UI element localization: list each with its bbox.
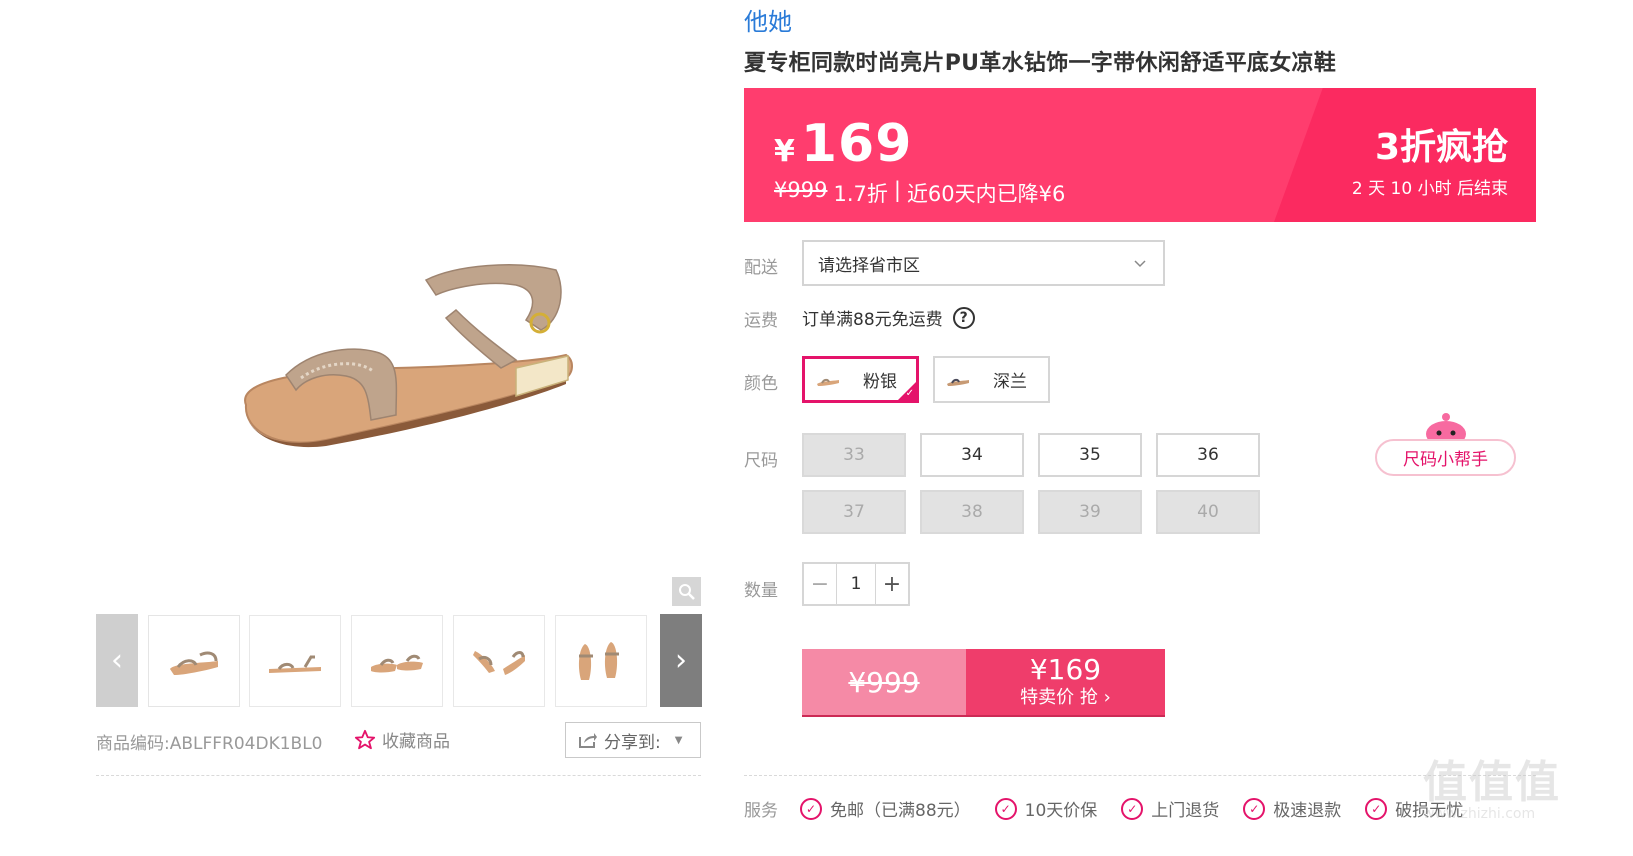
services-label: 服务 <box>744 801 778 821</box>
service-label: 10天价保 <box>1024 801 1098 821</box>
zoom-button[interactable] <box>672 577 701 606</box>
sandal-illustration <box>244 264 573 448</box>
chevron-down-icon <box>1134 260 1146 268</box>
product-meta-row: 商品编码:ABLFFR04DK1BL0 收藏商品 分享到: ▼ <box>96 722 701 758</box>
color-swatch-image <box>817 378 839 386</box>
divider <box>744 775 1536 776</box>
buy-original-price: ¥999 <box>802 649 966 715</box>
size-option-36[interactable]: 36 <box>1156 433 1260 477</box>
favorite-button[interactable]: 收藏商品 <box>354 727 450 752</box>
color-label: 颜色 <box>744 374 778 394</box>
buy-sale-section: ¥169 特卖价 抢 › <box>966 649 1165 715</box>
price-banner: ¥ 169 ¥999 1.7折 | 近60天内已降¥6 3折疯抢 2 天 10 … <box>744 88 1536 222</box>
quantity-decrement-button[interactable]: − <box>804 564 836 604</box>
share-dropdown[interactable]: 分享到: ▼ <box>565 722 701 758</box>
countdown-timer: 2 天 10 小时 后结束 <box>1351 179 1508 199</box>
check-circle-icon: ✓ <box>1243 797 1266 820</box>
thumbnail-4[interactable] <box>453 615 545 707</box>
thumbnail-3[interactable] <box>351 615 443 707</box>
thumbnail-image <box>473 651 525 675</box>
color-option-label: 粉银 <box>863 372 897 392</box>
size-option-39: 39 <box>1038 490 1142 534</box>
currency-symbol: ¥ <box>774 134 795 169</box>
chevron-left-icon: ‹ <box>111 643 123 678</box>
buy-now-button[interactable]: ¥999 ¥169 特卖价 抢 › <box>802 649 1165 715</box>
region-select[interactable]: 请选择省市区 <box>802 240 1165 286</box>
product-code-value: ABLFFR04DK1BL0 <box>169 734 323 754</box>
color-option-label: 深兰 <box>993 372 1027 392</box>
product-title: 夏专柜同款时尚亮片PU革水钻饰一字带休闲舒适平底女凉鞋 <box>744 51 1337 76</box>
separator: | <box>893 178 901 202</box>
shipping-info: 订单满88元免运费 ? <box>802 305 975 330</box>
favorite-label: 收藏商品 <box>382 732 450 752</box>
size-option-38: 38 <box>920 490 1024 534</box>
thumbnail-strip: ‹ › <box>96 614 702 707</box>
thumbnail-2[interactable] <box>249 615 341 707</box>
promo-title: 3折疯抢 <box>1374 127 1508 168</box>
services-row: 服务 ✓ 免邮（已满88元） ✓ 10天价保 ✓ 上门退货 ✓ 极速退款 ✓ 破损无忧 <box>744 796 1487 821</box>
color-option-dark-blue[interactable]: 深兰 <box>933 356 1050 403</box>
chevron-right-icon: › <box>675 643 687 678</box>
color-option-pink-silver[interactable]: 粉银 ✓ <box>802 356 919 403</box>
price-details: ¥999 1.7折 | 近60天内已降¥6 <box>774 178 1065 208</box>
quantity-stepper: − 1 + <box>802 562 910 606</box>
thumbnail-image <box>578 642 619 680</box>
watermark: 值值值 www.zhizhi.com <box>1423 746 1563 836</box>
thumbnail-image <box>170 651 218 675</box>
thumbnail-prev-button[interactable]: ‹ <box>96 614 138 707</box>
thumbnail-next-button[interactable]: › <box>660 614 702 707</box>
original-price: ¥999 <box>774 178 828 202</box>
size-label: 尺码 <box>744 451 778 471</box>
quantity-label: 数量 <box>744 581 778 601</box>
main-product-image[interactable] <box>96 0 701 605</box>
size-option-34[interactable]: 34 <box>920 433 1024 477</box>
current-price-value: 169 <box>800 114 913 174</box>
check-circle-icon: ✓ <box>1121 797 1144 820</box>
size-option-37: 37 <box>802 490 906 534</box>
buy-sale-price: ¥169 <box>1029 653 1102 686</box>
service-item: ✓ 极速退款 <box>1243 796 1341 821</box>
magnifier-icon <box>678 583 695 600</box>
discount-rate: 1.7折 <box>833 182 888 206</box>
check-circle-icon: ✓ <box>994 797 1017 820</box>
thumbnail-1[interactable] <box>148 615 240 707</box>
share-label: 分享到: <box>604 732 661 753</box>
star-icon <box>354 729 376 749</box>
divider <box>96 775 701 776</box>
caret-down-icon: ▼ <box>674 734 683 746</box>
help-icon[interactable]: ? <box>952 306 975 329</box>
product-code: 商品编码:ABLFFR04DK1BL0 <box>96 729 323 754</box>
color-swatch-image <box>947 378 969 386</box>
brand-link[interactable]: 他她 <box>744 2 792 37</box>
check-icon: ✓ <box>905 388 914 399</box>
service-item: ✓ 免邮（已满88元） <box>800 796 971 821</box>
price-drop-note: 近60天内已降¥6 <box>906 182 1066 206</box>
product-code-label: 商品编码: <box>96 734 170 754</box>
buy-label: 特卖价 抢 › <box>1020 687 1111 708</box>
check-circle-icon: ✓ <box>800 797 822 820</box>
thumbnail-image <box>269 655 321 673</box>
size-helper-button[interactable]: 尺码小帮手 <box>1375 439 1516 476</box>
size-option-35[interactable]: 35 <box>1038 433 1142 477</box>
quantity-input[interactable]: 1 <box>836 564 876 604</box>
service-item: ✓ 10天价保 <box>994 796 1098 821</box>
service-label: 上门退货 <box>1151 801 1220 821</box>
thumbnail-5[interactable] <box>555 615 647 707</box>
watermark-glyphs: 值值值 <box>1423 757 1561 808</box>
current-price: ¥ 169 <box>774 114 912 174</box>
service-label: 极速退款 <box>1273 801 1342 821</box>
share-icon <box>579 733 597 748</box>
delivery-label: 配送 <box>744 258 778 278</box>
size-option-40: 40 <box>1156 490 1260 534</box>
thumbnail-image <box>371 654 423 673</box>
size-option-33: 33 <box>802 433 906 477</box>
shipping-text: 订单满88元免运费 <box>802 310 943 330</box>
region-select-placeholder: 请选择省市区 <box>818 255 920 276</box>
shipping-label: 运费 <box>744 311 778 331</box>
service-label: 免邮（已满88元） <box>830 801 971 821</box>
quantity-increment-button[interactable]: + <box>876 564 908 604</box>
service-item: ✓ 上门退货 <box>1121 796 1219 821</box>
check-circle-icon: ✓ <box>1365 797 1388 820</box>
